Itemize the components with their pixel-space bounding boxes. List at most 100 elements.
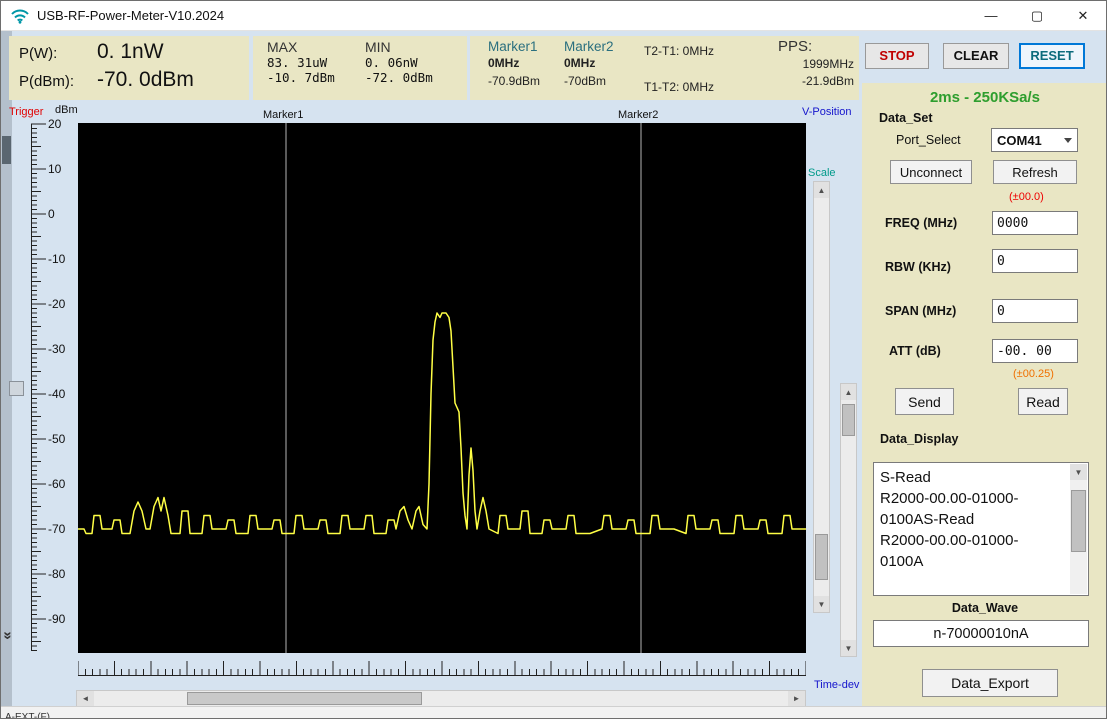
pw-label: P(W): (19, 45, 58, 62)
pps-label: PPS: (778, 38, 813, 55)
x-axis-ruler (78, 661, 806, 676)
display-line: 0100AS-Read (880, 511, 975, 528)
marker2-dbm: -70dBm (564, 74, 607, 88)
display-line: R2000-00.00-01000- (880, 490, 1019, 507)
scale-scroll-up-icon[interactable]: ▲ (814, 182, 829, 198)
marker2-column: Marker2 0MHz -70dBm (564, 39, 614, 88)
data-display-box[interactable]: S-Read R2000-00.00-01000- 0100AS-Read R2000… (873, 462, 1089, 596)
horizontal-scrollbar-thumb[interactable] (187, 692, 422, 705)
data-wave-label: Data_Wave (951, 601, 1019, 615)
left-scrollbar[interactable] (1, 31, 12, 706)
vposition-label: V-Position (802, 106, 852, 118)
right-scroll-up-icon[interactable]: ▲ (841, 384, 856, 400)
left-scroll-down-icon[interactable]: » (1, 631, 17, 639)
max-label: MAX (267, 39, 298, 55)
marker1-column: Marker1 0MHz -70.9dBm (488, 39, 540, 88)
y-tick-label: -50 (48, 432, 66, 446)
data-wave-box[interactable]: n-70000010nA (873, 620, 1089, 647)
span-input[interactable] (992, 299, 1078, 323)
reset-button[interactable]: RESET (1019, 43, 1085, 69)
spectrum-trace (78, 312, 806, 535)
clear-button[interactable]: CLEAR (943, 43, 1009, 69)
spectrum-display[interactable] (78, 123, 806, 653)
chevron-down-icon (1064, 137, 1072, 143)
t1t2-value: T1-T2: 0MHz (644, 80, 715, 94)
max-column: MAX 83. 31uW -10. 7dBm (267, 39, 335, 85)
span-label: SPAN (MHz) (885, 304, 957, 318)
min-dbm-value: -72. 0dBm (365, 70, 433, 85)
port-select-label: Port_Select (896, 133, 961, 147)
maxmin-readout-panel: MAX 83. 31uW -10. 7dBm MIN 0. 06nW -72. … (253, 36, 467, 100)
rbw-field-wrap (992, 249, 1078, 273)
left-slider-handle[interactable] (9, 381, 24, 396)
y-tick-label: 0 (48, 207, 55, 221)
scale-scrollbar[interactable]: ▲ ▼ (813, 181, 830, 613)
y-axis-ruler (31, 123, 46, 651)
y-tick-label: -40 (48, 387, 66, 401)
right-scrollbar-thumb[interactable] (842, 404, 855, 436)
port-select-dropdown[interactable]: COM41 (991, 128, 1078, 152)
freq-tolerance-label: (±00.0) (1009, 191, 1044, 203)
marker1-dbm: -70.9dBm (488, 74, 541, 88)
y-tick-label: -70 (48, 522, 66, 536)
close-button[interactable]: ✕ (1060, 1, 1106, 30)
send-button[interactable]: Send (895, 388, 954, 415)
display-scrollbar[interactable]: ▲ ▼ (1070, 464, 1087, 594)
att-input[interactable] (992, 339, 1078, 363)
main-area: » P(W): 0. 1nW P(dBm): -70. 0dBm MAX 83.… (1, 31, 1106, 706)
pps-dbm: -21.9dBm (801, 74, 854, 88)
scale-label: Scale (808, 167, 836, 179)
stop-button[interactable]: STOP (865, 43, 929, 69)
display-line: S-Read (880, 469, 931, 486)
minimize-button[interactable]: — (968, 1, 1014, 30)
horizontal-scrollbar[interactable]: ◄ ► (76, 690, 806, 706)
data-display-text: S-Read R2000-00.00-01000- 0100AS-Read R2000… (880, 467, 1066, 572)
y-axis-labels: 20 10 0 -10 -20 -30 -40 -50 -60 -70 -80 -90 (48, 117, 78, 653)
right-scroll-down-icon[interactable]: ▼ (841, 640, 856, 656)
scale-scroll-down-icon[interactable]: ▼ (814, 596, 829, 612)
span-field-wrap (992, 299, 1078, 323)
scroll-left-icon[interactable]: ◄ (77, 691, 94, 706)
control-panel: 2ms - 250KSa/s Data_Set Port_Select COM4… (862, 83, 1106, 706)
marker2-label: Marker2 (564, 39, 614, 54)
marker2-freq: 0MHz (564, 56, 596, 70)
pdbm-label: P(dBm): (19, 73, 75, 90)
t2t1-value: T2-T1: 0MHz (644, 44, 715, 58)
wifi-icon (11, 9, 29, 24)
marker-readout-panel: Marker1 0MHz -70.9dBm Marker2 0MHz -70dB… (470, 36, 859, 100)
delta-column: T2-T1: 0MHz T1-T2: 0MHz (644, 44, 714, 94)
min-label: MIN (365, 39, 391, 55)
y-tick-label: -30 (48, 342, 66, 356)
scroll-right-icon[interactable]: ► (788, 691, 805, 706)
power-readout-panel: P(W): 0. 1nW P(dBm): -70. 0dBm (9, 36, 249, 100)
rbw-label: RBW (KHz) (885, 260, 951, 274)
maximize-button[interactable]: ▢ (1014, 1, 1060, 30)
display-scroll-down-icon[interactable]: ▼ (1070, 464, 1087, 480)
y-tick-label: -60 (48, 477, 66, 491)
display-line: 0100A (880, 553, 924, 570)
max-dbm-value: -10. 7dBm (267, 70, 335, 85)
y-tick-label: 10 (48, 162, 62, 176)
unconnect-button[interactable]: Unconnect (890, 160, 972, 184)
y-tick-label: -10 (48, 252, 66, 266)
data-export-button[interactable]: Data_Export (922, 669, 1058, 697)
left-scrollbar-thumb[interactable] (2, 136, 11, 164)
freq-label: FREQ (MHz) (885, 216, 958, 230)
chart-marker1-label: Marker1 (263, 109, 304, 121)
att-tolerance-label: (±00.25) (1013, 368, 1054, 380)
power-dbm-row: P(dBm): -70. 0dBm (19, 68, 194, 92)
data-wave-value: n-70000010nA (933, 625, 1029, 642)
scale-scrollbar-thumb[interactable] (815, 534, 828, 580)
pdbm-value: -70. 0dBm (97, 68, 194, 91)
title-bar: USB-RF-Power-Meter-V10.2024 — ▢ ✕ (1, 1, 1106, 31)
refresh-button[interactable]: Refresh (993, 160, 1077, 184)
display-scrollbar-thumb[interactable] (1071, 490, 1086, 552)
right-vertical-scrollbar[interactable]: ▲ ▼ (840, 383, 857, 657)
marker1-label: Marker1 (488, 39, 538, 54)
freq-input[interactable] (992, 211, 1078, 235)
read-button[interactable]: Read (1018, 388, 1068, 415)
app-window: USB-RF-Power-Meter-V10.2024 — ▢ ✕ » P(W)… (0, 0, 1107, 719)
dbm-axis-label: dBm (55, 104, 78, 116)
rbw-input[interactable] (992, 249, 1078, 273)
window-title: USB-RF-Power-Meter-V10.2024 (37, 8, 225, 23)
